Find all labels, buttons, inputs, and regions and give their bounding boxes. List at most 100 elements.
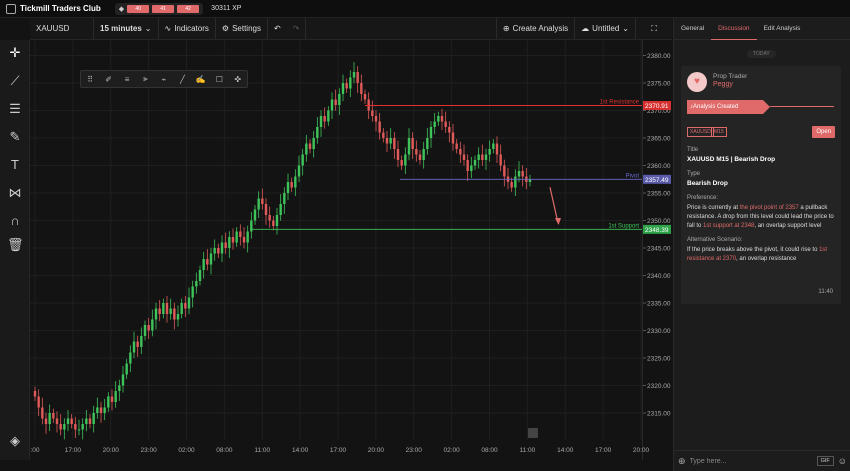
candle-body xyxy=(118,385,121,391)
candle-body xyxy=(173,308,176,320)
candle-body xyxy=(140,336,143,347)
pencil-icon[interactable]: ✐ xyxy=(99,75,117,84)
fullscreen-button[interactable]: ⛶ xyxy=(636,18,672,39)
layout-selector[interactable]: ☁ Untitled ⌄ xyxy=(575,18,636,39)
indicators-button[interactable]: ∿ Indicators xyxy=(159,18,216,39)
candle-body xyxy=(521,171,524,177)
lines-icon[interactable]: ≡ xyxy=(118,75,136,84)
tab-discussion[interactable]: Discussion xyxy=(711,18,757,40)
symbol-badge: XAUUSD xyxy=(687,127,714,137)
candle-body xyxy=(184,303,187,309)
x-tick-label: 20:00 xyxy=(633,447,650,454)
candle-body xyxy=(481,154,484,160)
candle-body xyxy=(323,116,326,122)
candle-body xyxy=(63,424,66,430)
candle-body xyxy=(154,308,158,320)
fib-icon[interactable]: ⫸ xyxy=(136,74,154,84)
drawing-toolbar: ⠿ ✐ ≡ ⫸ ⌁ ╱ ✍ ☐ ✜ xyxy=(80,70,248,88)
redo-button[interactable]: ↷ xyxy=(287,18,307,39)
brush-tool-icon[interactable]: ✎ xyxy=(7,129,23,145)
candle-body xyxy=(356,72,359,83)
candle-body xyxy=(253,209,257,221)
text-tool-icon[interactable]: T xyxy=(7,157,23,173)
undo-button[interactable]: ↶ xyxy=(268,18,287,39)
candle-body xyxy=(48,413,51,424)
candle-body xyxy=(250,220,253,232)
candle-body xyxy=(158,308,161,314)
candle-body xyxy=(147,325,150,331)
candle-body xyxy=(330,99,334,111)
avatar[interactable]: ♥ xyxy=(687,72,707,92)
open-button[interactable]: Open xyxy=(812,126,835,138)
lines-tool-icon[interactable]: ☰ xyxy=(7,101,23,117)
interval-selector[interactable]: 15 minutes ⌄ xyxy=(94,18,159,39)
candle-body xyxy=(473,160,477,166)
x-tick-label: 23:00 xyxy=(140,447,157,454)
line-tool-icon[interactable]: ⟋ xyxy=(7,73,23,89)
price-axis[interactable]: 2380.00 2375.00 2370.00 2365.00 2360.00 2355.… xyxy=(642,40,672,460)
chevron-down-icon: ⌄ xyxy=(144,24,152,33)
tab-edit-analysis[interactable]: Edit Analysis xyxy=(757,18,808,40)
trash-icon[interactable]: 🗑 xyxy=(7,237,24,253)
candle-body xyxy=(367,99,370,111)
candle-body xyxy=(52,413,55,419)
price-tag-label: 2357.49 xyxy=(645,177,669,184)
interval-label: 15 minutes xyxy=(100,24,142,33)
create-analysis-button[interactable]: ⊕ Create Analysis xyxy=(495,18,576,39)
candle-body xyxy=(107,396,110,408)
candle-body xyxy=(488,149,491,155)
undo-icon: ↶ xyxy=(273,24,281,33)
author-role: Prop Trader xyxy=(713,73,748,80)
candle-body xyxy=(165,303,169,314)
left-toolbar: ✛ ⟋ ☰ ✎ T ⋈ ∩ 🗑 ◈ xyxy=(0,40,30,471)
candle-body xyxy=(257,198,260,210)
magnet-tool-icon[interactable]: ∩ xyxy=(7,213,23,229)
symbol-selector[interactable]: XAUUSD xyxy=(30,18,94,39)
drag-handle-icon[interactable]: ⠿ xyxy=(81,75,99,84)
analysis-created-banner: ♪Analysis Created xyxy=(687,100,763,114)
preference-text-part: , an overlap support level xyxy=(754,223,822,229)
candle-body xyxy=(451,132,455,144)
candle-body xyxy=(239,231,242,237)
xp-level: 40 xyxy=(127,4,150,13)
time-axis[interactable]: :00 17:00 20:00 23:00 02:00 08:00 11:00 14:00 17… xyxy=(30,440,672,460)
tab-general[interactable]: General xyxy=(674,18,711,40)
candle-body xyxy=(477,154,480,160)
ruler-icon[interactable]: ╱ xyxy=(173,75,191,84)
plus-icon: ⊕ xyxy=(502,24,510,33)
chart-canvas[interactable]: 1st Resistance Pivot 1st Support xyxy=(30,40,642,440)
candle-body xyxy=(400,160,403,166)
xp-bar[interactable]: ◆ 40 41 42 xyxy=(114,2,204,15)
candle-body xyxy=(499,154,502,166)
settings-button[interactable]: ⚙ Settings xyxy=(216,18,268,39)
emoji-icon[interactable]: ☺ xyxy=(838,456,847,466)
pattern-tool-icon[interactable]: ⋈ xyxy=(7,185,23,201)
candle-body xyxy=(209,253,213,265)
crosshair-tool-icon[interactable]: ✛ xyxy=(7,45,23,61)
layers-icon[interactable]: ◈ xyxy=(7,433,23,449)
crosshair-icon[interactable]: ✜ xyxy=(229,75,247,84)
message-input[interactable] xyxy=(689,457,817,465)
level-name: 1st Support xyxy=(608,223,639,229)
candle-body xyxy=(462,154,466,160)
price-tag-label: 2370.91 xyxy=(645,103,669,110)
candle-body xyxy=(305,143,308,155)
rectangle-icon[interactable]: ☐ xyxy=(210,75,228,84)
brush-icon[interactable]: ✍ xyxy=(192,75,210,84)
author-name[interactable]: Peggy xyxy=(713,81,733,88)
candle-body xyxy=(297,165,301,177)
type-value: Bearish Drop xyxy=(687,180,728,187)
path-icon[interactable]: ⌁ xyxy=(155,75,173,84)
alternative-text-part: , an overlap resistance xyxy=(736,256,797,262)
candle-body xyxy=(470,165,473,171)
attach-icon[interactable]: ⊕ xyxy=(678,456,686,467)
candle-body xyxy=(404,154,407,166)
x-tick-label: 14:00 xyxy=(292,447,309,454)
candle-body xyxy=(143,325,147,336)
gif-button[interactable]: GIF xyxy=(816,456,834,466)
panel-tabs: General Discussion Edit Analysis xyxy=(674,18,850,40)
indicators-icon: ∿ xyxy=(164,24,172,33)
candle-body xyxy=(132,341,136,353)
price-chart[interactable]: 1st Resistance Pivot 1st Support xyxy=(30,40,642,460)
alternative-text-part: If the price breaks above the pivot, it … xyxy=(687,247,820,253)
